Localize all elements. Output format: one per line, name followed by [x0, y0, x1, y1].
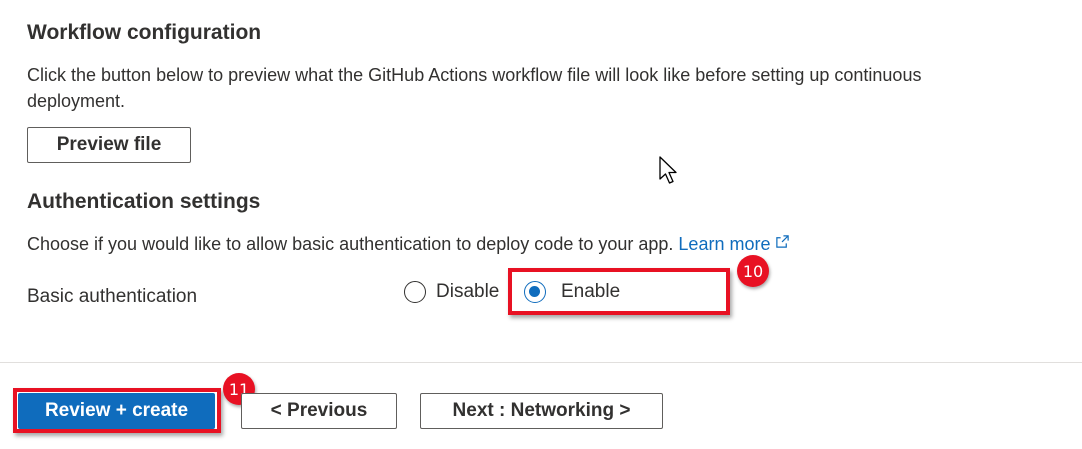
step-badge-10: 10 — [737, 255, 769, 287]
basic-auth-label: Basic authentication — [27, 286, 198, 307]
review-create-highlight-box — [13, 388, 221, 433]
workflow-config-heading: Workflow configuration — [27, 21, 262, 44]
next-networking-button[interactable]: Next : Networking > — [420, 393, 663, 429]
workflow-description-line-2: deployment. — [27, 91, 126, 111]
learn-more-link[interactable]: Learn more — [678, 234, 790, 254]
auth-settings-heading: Authentication settings — [27, 190, 261, 213]
footer-divider — [0, 362, 1082, 363]
learn-more-label: Learn more — [678, 234, 771, 254]
auth-settings-description: Choose if you would like to allow basic … — [27, 231, 790, 257]
auth-description-text: Choose if you would like to allow basic … — [27, 234, 674, 254]
previous-button[interactable]: < Previous — [241, 393, 397, 429]
radio-disable-circle[interactable] — [404, 281, 426, 303]
preview-file-button[interactable]: Preview file — [27, 127, 191, 163]
workflow-description-line-1: Click the button below to preview what t… — [27, 65, 922, 85]
radio-disable-label: Disable — [436, 281, 500, 302]
mouse-pointer-icon — [659, 156, 677, 184]
basic-auth-radio-group: Disable — [404, 281, 499, 303]
workflow-config-description: Click the button below to preview what t… — [27, 62, 1067, 114]
enable-highlight-box — [508, 268, 730, 315]
radio-disable[interactable]: Disable — [404, 281, 499, 303]
external-link-icon — [776, 235, 790, 248]
